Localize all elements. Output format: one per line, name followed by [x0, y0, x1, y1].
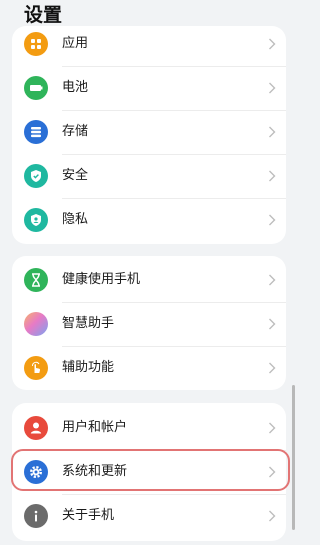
- settings-item-label: 应用: [62, 36, 89, 51]
- hand-icon: [24, 356, 48, 380]
- chevron-right-icon: [268, 466, 276, 478]
- settings-group-2: 健康使用手机 智慧助手 辅助功能: [12, 256, 286, 390]
- settings-item-system-updates[interactable]: 系统和更新: [12, 450, 286, 494]
- settings-item-label: 健康使用手机: [62, 272, 141, 287]
- settings-item-security[interactable]: 安全: [12, 154, 286, 198]
- apps-icon: [24, 32, 48, 56]
- chevron-right-icon: [268, 126, 276, 138]
- settings-item-label: 存储: [62, 124, 89, 139]
- chevron-right-icon: [268, 510, 276, 522]
- settings-item-accessibility[interactable]: 辅助功能: [12, 346, 286, 390]
- user-icon: [24, 416, 48, 440]
- scrollbar[interactable]: [292, 385, 295, 530]
- assistant-icon: [24, 312, 48, 336]
- chevron-right-icon: [268, 422, 276, 434]
- info-icon: [24, 504, 48, 528]
- privacy-icon: [24, 208, 48, 232]
- settings-item-label: 用户和帐户: [62, 420, 128, 435]
- settings-item-about-phone[interactable]: 关于手机: [12, 494, 286, 538]
- settings-item-label: 安全: [62, 168, 89, 183]
- settings-item-label: 系统和更新: [62, 464, 128, 479]
- chevron-right-icon: [268, 170, 276, 182]
- hourglass-icon: [24, 268, 48, 292]
- chevron-right-icon: [268, 318, 276, 330]
- settings-item-label: 隐私: [62, 212, 89, 227]
- chevron-right-icon: [268, 214, 276, 226]
- shield-icon: [24, 164, 48, 188]
- settings-item-digital-balance[interactable]: 健康使用手机: [12, 258, 286, 302]
- settings-item-smart-assistant[interactable]: 智慧助手: [12, 302, 286, 346]
- settings-group-1: 应用 电池 存储 安全 隐私: [12, 26, 286, 244]
- settings-item-apps[interactable]: 应用: [12, 22, 286, 66]
- settings-item-label: 智慧助手: [62, 316, 115, 331]
- settings-group-3: 用户和帐户 系统和更新 关于手机: [12, 403, 286, 541]
- battery-icon: [24, 76, 48, 100]
- settings-item-label: 辅助功能: [62, 360, 115, 375]
- gear-icon: [24, 460, 48, 484]
- settings-item-privacy[interactable]: 隐私: [12, 198, 286, 242]
- storage-icon: [24, 120, 48, 144]
- chevron-right-icon: [268, 38, 276, 50]
- settings-item-storage[interactable]: 存储: [12, 110, 286, 154]
- settings-item-label: 电池: [62, 80, 89, 95]
- chevron-right-icon: [268, 274, 276, 286]
- chevron-right-icon: [268, 362, 276, 374]
- settings-item-battery[interactable]: 电池: [12, 66, 286, 110]
- settings-item-users-accounts[interactable]: 用户和帐户: [12, 406, 286, 450]
- chevron-right-icon: [268, 82, 276, 94]
- settings-item-label: 关于手机: [62, 508, 115, 523]
